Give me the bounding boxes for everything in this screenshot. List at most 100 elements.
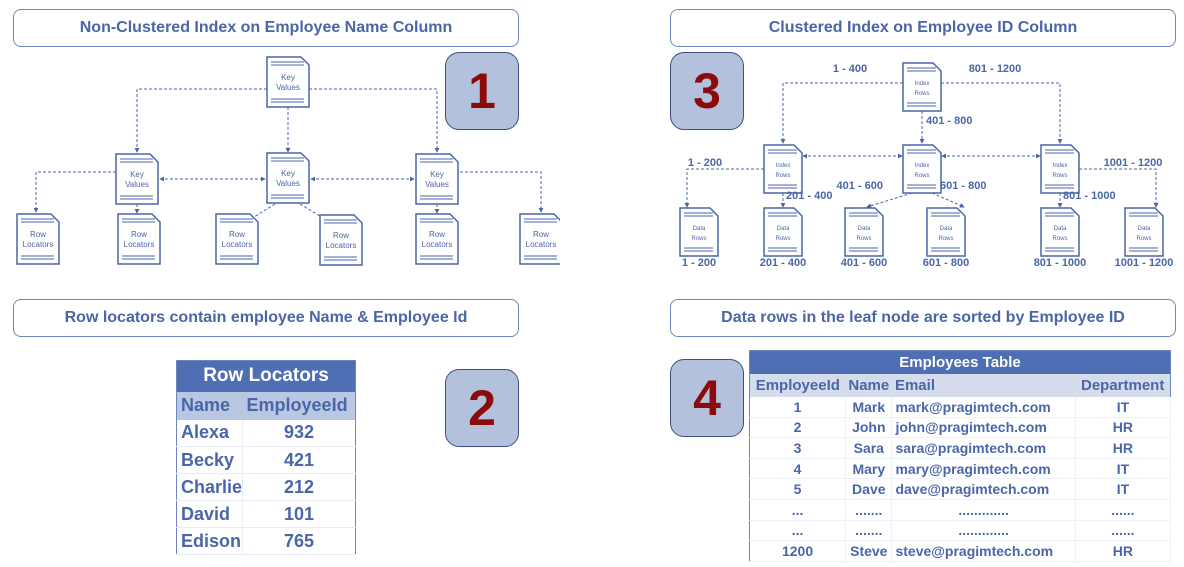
node-label: Row	[333, 231, 349, 240]
node-label: Row	[533, 230, 549, 239]
table-row: 3 Sara sara@pragimtech.com HR	[749, 437, 1172, 459]
node-label: Index	[776, 163, 791, 169]
column-header-employeeid: EmployeeId	[242, 391, 356, 420]
table-row: 1200 Steve steve@pragimtech.com HR	[749, 540, 1172, 562]
cell-department: HR	[1075, 437, 1172, 459]
node-label: Row	[429, 230, 445, 239]
node-label: Rows	[938, 236, 953, 242]
node-label: Rows	[1136, 236, 1151, 242]
intermediate-node: KeyValues	[415, 153, 459, 205]
document-icon	[926, 207, 966, 257]
node-label: Data	[1138, 226, 1151, 232]
leaf-node: Data Rows	[1124, 207, 1164, 257]
table-row: Edison 765	[176, 527, 356, 555]
cell-email: steve@pragimtech.com	[891, 540, 1076, 562]
cell-name: Steve	[845, 540, 893, 562]
range-label: 1 - 200	[682, 257, 716, 269]
table-caption: Row Locators	[176, 360, 356, 392]
column-header-department: Department	[1075, 373, 1171, 397]
range-label: 801 - 1000	[1034, 257, 1087, 269]
cell-email: dave@pragimtech.com	[891, 478, 1076, 500]
cell-email: sara@pragimtech.com	[891, 437, 1076, 459]
document-icon	[763, 144, 803, 194]
cell-name: David	[176, 500, 244, 528]
cell-department: IT	[1075, 478, 1172, 500]
cell-email: .............	[891, 499, 1076, 521]
leaf-node: Data Rows	[679, 207, 719, 257]
node-label: Locators	[23, 240, 54, 249]
cell-employeeid: 1200	[749, 540, 847, 562]
column-header-employeeid: EmployeeId	[749, 373, 846, 397]
leaf-node: RowLocators	[319, 214, 363, 266]
table-row: Becky 421	[176, 446, 356, 474]
document-icon	[1124, 207, 1164, 257]
cell-employeeid: 5	[749, 478, 847, 500]
connector-arrow	[866, 192, 913, 209]
cell-name: .......	[845, 520, 893, 542]
connector-arrow	[33, 171, 116, 213]
clustered-index-diagram: IndexRowsIndexRowsIndexRowsIndexRowsData…	[679, 62, 1174, 269]
cell-employeeid: 212	[242, 473, 356, 501]
cell-employeeid: ...	[749, 499, 847, 521]
cell-employeeid: 3	[749, 437, 847, 459]
cell-name: Edison	[176, 527, 244, 555]
intermediate-node: Index Rows	[1040, 144, 1080, 194]
node-label: Rows	[1052, 236, 1067, 242]
column-header-name: Name	[176, 391, 243, 420]
connector-arrow	[134, 88, 267, 153]
cell-name: Mary	[845, 458, 893, 480]
intermediate-node: KeyValues	[266, 152, 310, 204]
table-row: Charlie 212	[176, 473, 356, 501]
range-label: 601 - 800	[923, 257, 969, 269]
range-label: 801 - 1200	[969, 63, 1022, 75]
cell-employeeid: 4	[749, 458, 847, 480]
document-icon	[1040, 207, 1080, 257]
leaf-node: RowLocators	[117, 213, 161, 265]
table-row: 2 John john@pragimtech.com HR	[749, 417, 1172, 439]
root-node: KeyValues	[266, 56, 310, 108]
node-label: Key	[430, 170, 444, 179]
node-label: Values	[425, 180, 449, 189]
node-label: Data	[777, 226, 790, 232]
node-label: Locators	[222, 240, 253, 249]
connector-arrow	[941, 82, 1063, 144]
node-label: Rows	[914, 91, 929, 97]
row-locators-table: Row Locators Name EmployeeId Alexa 932 Bec…	[176, 360, 356, 555]
range-label: 1001 - 1200	[1115, 257, 1174, 269]
leaf-node: RowLocators	[16, 213, 60, 265]
root-node: Index Rows	[902, 62, 942, 112]
table-row: .............................	[749, 520, 1172, 542]
document-icon	[763, 207, 803, 257]
table-caption: Employees Table	[749, 350, 1171, 374]
cell-email: john@pragimtech.com	[891, 417, 1076, 439]
range-label: 1 - 400	[833, 63, 867, 75]
node-label: Data	[693, 226, 706, 232]
node-label: Values	[276, 179, 300, 188]
node-label: Data	[1054, 226, 1067, 232]
node-label: Row	[131, 230, 147, 239]
range-label: 1001 - 1200	[1104, 157, 1163, 169]
node-label: Row	[229, 230, 245, 239]
document-icon	[844, 207, 884, 257]
node-label: Locators	[526, 240, 557, 249]
range-label: 201 - 400	[760, 257, 806, 269]
cell-employeeid: 421	[242, 446, 356, 474]
cell-name: Dave	[845, 478, 893, 500]
cell-employeeid: 1	[749, 396, 847, 418]
connector-arrow	[460, 171, 544, 213]
intermediate-node: Index Rows	[902, 144, 942, 194]
cell-department: IT	[1075, 458, 1172, 480]
nonclustered-index-diagram: KeyValuesKeyValuesKeyValuesKeyValuesRowL…	[16, 56, 560, 266]
intermediate-node: KeyValues	[115, 153, 159, 205]
cell-name: .......	[845, 499, 893, 521]
document-icon	[1040, 144, 1080, 194]
node-label: Locators	[422, 240, 453, 249]
cell-department: HR	[1075, 417, 1172, 439]
node-label: Rows	[914, 173, 929, 179]
document-icon	[902, 144, 942, 194]
leaf-node: RowLocators	[415, 213, 459, 265]
node-label: Data	[858, 226, 871, 232]
range-label: 801 - 1000	[1063, 190, 1116, 202]
node-label: Rows	[1052, 173, 1067, 179]
panel4-title: Data rows in the leaf node are sorted by…	[670, 299, 1176, 337]
